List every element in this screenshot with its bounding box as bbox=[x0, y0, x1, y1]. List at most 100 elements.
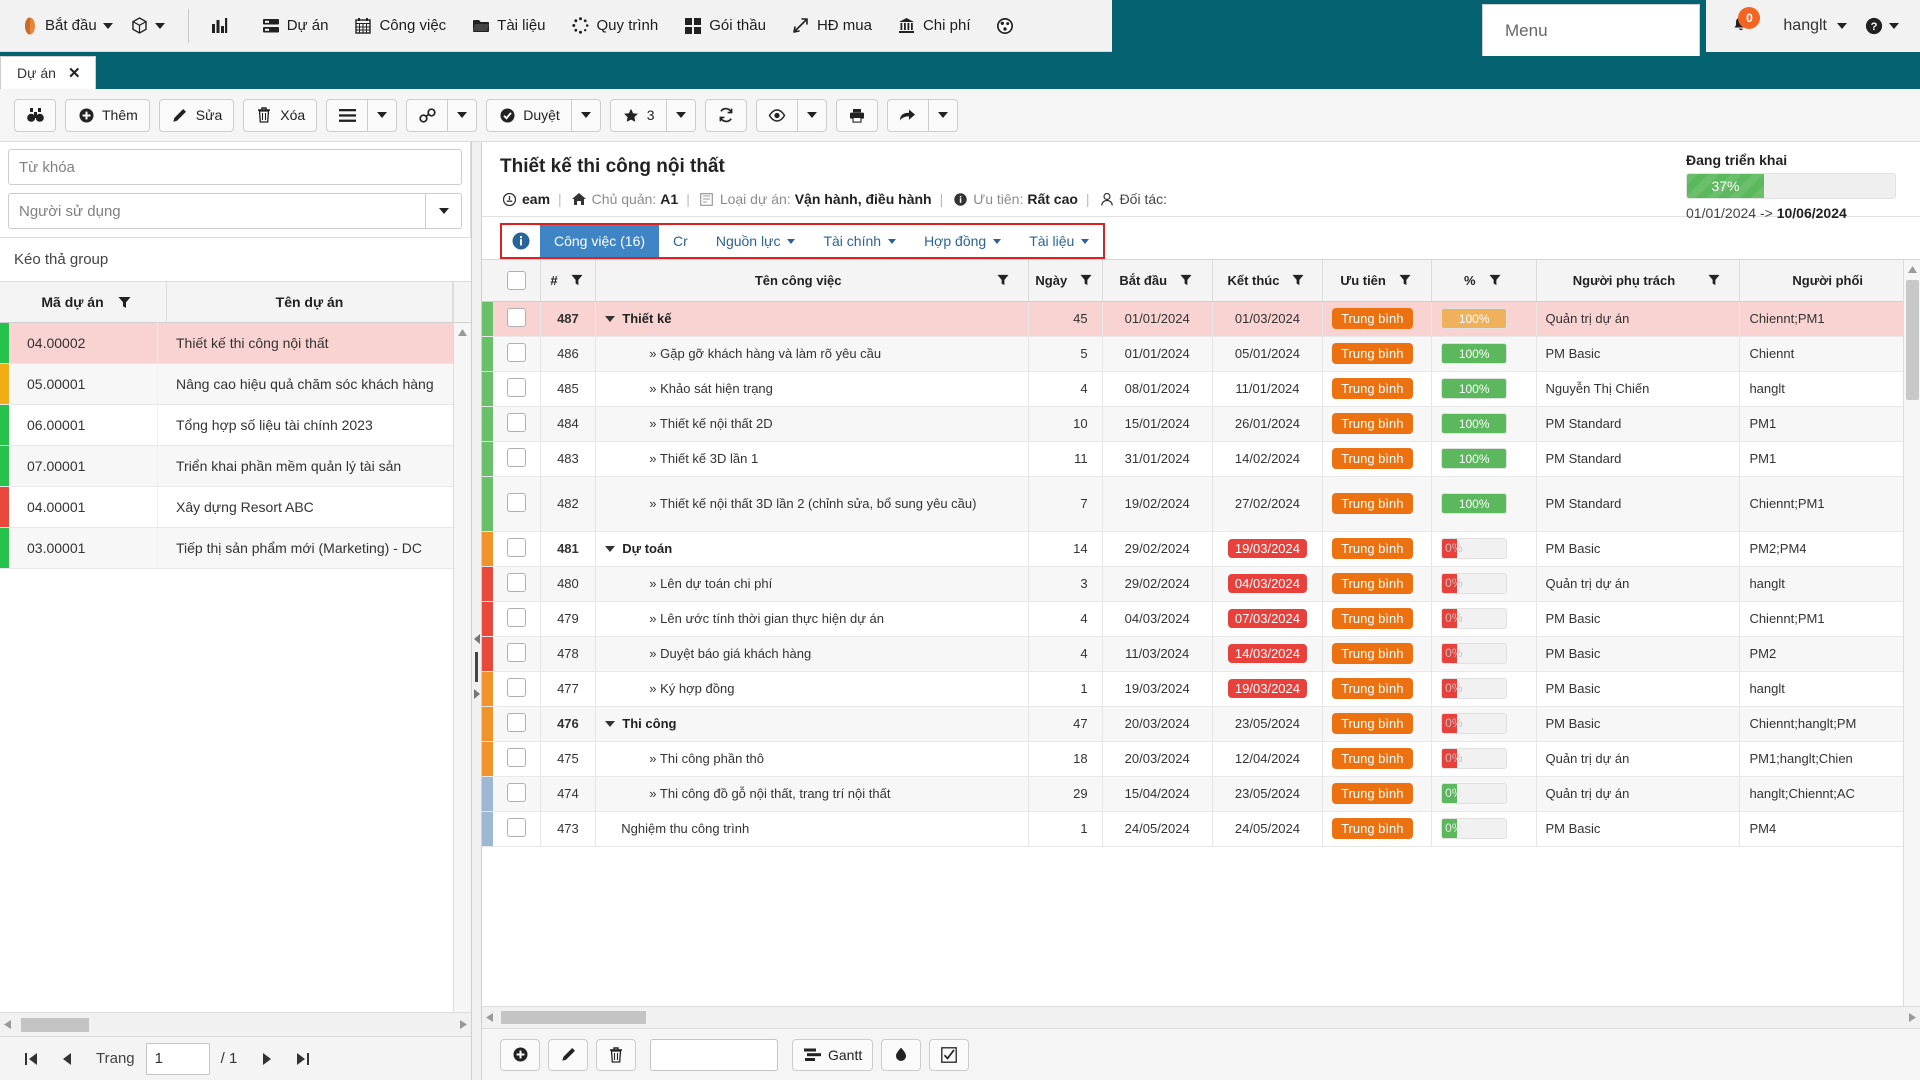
document-tab-projects[interactable]: Dự án ✕ bbox=[0, 56, 96, 89]
nav-item-dashboard[interactable] bbox=[199, 9, 248, 43]
filter-icon[interactable] bbox=[568, 271, 586, 289]
tab-documents[interactable]: Tài liệu bbox=[1015, 225, 1103, 257]
row-checkbox-cell[interactable] bbox=[492, 671, 541, 707]
splitter-collapse-left-icon[interactable] bbox=[472, 632, 482, 646]
collapse-triangle-icon[interactable] bbox=[605, 720, 616, 727]
table-row[interactable]: 475 » Thi công phần thô 18 20/03/2024 12/04/… bbox=[482, 741, 1916, 777]
table-row[interactable]: 481 Dự toán 14 29/02/2024 19/03/2024 Trung bì… bbox=[482, 531, 1916, 567]
table-row[interactable]: 484 » Thiết kế nội thất 2D 10 15/01/2024 26/… bbox=[482, 406, 1916, 442]
nav-item-purchase[interactable]: HĐ mua bbox=[780, 9, 884, 43]
table-row[interactable]: 478 » Duyệt báo giá khách hàng 4 11/03/2024… bbox=[482, 636, 1916, 672]
group-dropzone[interactable]: Kéo thả group bbox=[0, 238, 471, 282]
filter-icon[interactable] bbox=[1396, 271, 1414, 289]
add-task-button[interactable] bbox=[500, 1038, 540, 1071]
row-checkbox-cell[interactable] bbox=[492, 336, 541, 372]
scroll-left-icon[interactable] bbox=[486, 1009, 493, 1027]
preview-button[interactable] bbox=[755, 98, 797, 132]
projects-horizontal-scrollbar[interactable] bbox=[0, 1012, 471, 1036]
table-row[interactable]: 487 Thiết kế 45 01/01/2024 01/03/2024 Trung b… bbox=[482, 301, 1916, 337]
row-checkbox-cell[interactable] bbox=[492, 531, 541, 567]
share-button[interactable] bbox=[886, 98, 928, 132]
user-select[interactable] bbox=[8, 193, 462, 229]
row-checkbox-cell[interactable] bbox=[492, 706, 541, 742]
row-checkbox[interactable] bbox=[506, 712, 526, 732]
collapse-triangle-icon[interactable] bbox=[605, 545, 616, 552]
menu-panel[interactable]: Menu bbox=[1482, 4, 1700, 56]
tab-resources[interactable]: Nguồn lực bbox=[702, 225, 810, 257]
delete-task-button[interactable] bbox=[596, 1038, 636, 1071]
notifications-button[interactable]: 0 bbox=[1722, 6, 1761, 44]
row-checkbox-cell[interactable] bbox=[492, 776, 541, 812]
row-checkbox-cell[interactable] bbox=[492, 811, 541, 847]
table-row[interactable]: 479 » Lên ước tính thời gian thực hiện dự… bbox=[482, 601, 1916, 637]
column-header-priority[interactable]: Ưu tiên bbox=[1322, 260, 1433, 302]
h-scroll-thumb[interactable] bbox=[501, 1011, 646, 1024]
column-header-responsible[interactable]: Người phụ trách bbox=[1536, 260, 1741, 302]
collapse-triangle-icon[interactable] bbox=[605, 315, 616, 322]
attachment-button[interactable] bbox=[406, 98, 448, 132]
help-menu-button[interactable]: ? bbox=[1858, 12, 1906, 40]
row-checkbox[interactable] bbox=[506, 677, 526, 697]
nav-item-process[interactable]: Quy trình bbox=[560, 9, 671, 43]
edit-task-button[interactable] bbox=[548, 1038, 588, 1071]
approve-dropdown[interactable] bbox=[570, 98, 601, 132]
row-checkbox[interactable] bbox=[506, 377, 526, 397]
close-icon[interactable]: ✕ bbox=[68, 64, 81, 82]
print-button[interactable] bbox=[835, 98, 878, 132]
nav-item-gauge[interactable] bbox=[984, 9, 1033, 43]
row-checkbox[interactable] bbox=[506, 782, 526, 802]
share-dropdown[interactable] bbox=[927, 98, 958, 132]
upload-button[interactable] bbox=[881, 1038, 922, 1071]
select-all-button[interactable] bbox=[929, 1038, 970, 1071]
nav-item-cost[interactable]: Chi phí bbox=[886, 9, 983, 43]
last-page-button[interactable] bbox=[287, 1044, 317, 1074]
column-header-project-name[interactable]: Tên dự án bbox=[167, 282, 453, 322]
filter-icon[interactable] bbox=[1077, 271, 1095, 289]
preview-dropdown[interactable] bbox=[796, 98, 827, 132]
row-checkbox-cell[interactable] bbox=[492, 371, 541, 407]
table-row[interactable]: 476 Thi công 47 20/03/2024 23/05/2024 Trung b… bbox=[482, 706, 1916, 742]
column-header-percent[interactable]: % bbox=[1431, 260, 1537, 302]
table-row[interactable]: 485 » Khảo sát hiện trạng 4 08/01/2024 11/01… bbox=[482, 371, 1916, 407]
select-all-checkbox[interactable] bbox=[506, 270, 526, 290]
projects-vertical-scrollbar[interactable] bbox=[453, 323, 471, 1012]
scroll-right-icon[interactable] bbox=[460, 1016, 467, 1034]
scroll-up-icon[interactable] bbox=[454, 323, 471, 341]
scroll-left-icon[interactable] bbox=[4, 1016, 11, 1034]
column-header-select[interactable] bbox=[492, 260, 541, 302]
row-checkbox-cell[interactable] bbox=[492, 566, 541, 602]
column-header-days[interactable]: Ngày bbox=[1028, 260, 1103, 302]
row-checkbox[interactable] bbox=[506, 817, 526, 837]
approve-button[interactable]: Duyệt bbox=[486, 98, 571, 132]
table-row[interactable]: 477» Ký hợp đồng 1 19/03/2024 19/03/2024 Tru… bbox=[482, 671, 1916, 707]
row-checkbox-cell[interactable] bbox=[492, 441, 541, 477]
splitter-handle[interactable] bbox=[475, 652, 478, 682]
row-checkbox-cell[interactable] bbox=[492, 741, 541, 777]
favorites-dropdown[interactable] bbox=[665, 98, 696, 132]
h-scroll-track[interactable] bbox=[11, 1017, 460, 1032]
row-checkbox[interactable] bbox=[506, 747, 526, 767]
add-button[interactable]: Thêm bbox=[65, 98, 150, 132]
user-menu-button[interactable]: hanglt bbox=[1764, 6, 1854, 46]
table-row[interactable]: 486 » Gặp gỡ khách hàng và làm rõ yêu cầu… bbox=[482, 336, 1916, 372]
favorites-button[interactable]: 3 bbox=[609, 98, 666, 132]
v-scroll-thumb[interactable] bbox=[1906, 280, 1919, 400]
row-checkbox-cell[interactable] bbox=[492, 636, 541, 672]
edit-button[interactable]: Sửa bbox=[158, 98, 235, 132]
tasks-horizontal-scrollbar[interactable] bbox=[482, 1006, 1920, 1028]
column-header-project-code[interactable]: Mã dự án bbox=[9, 282, 167, 322]
project-list-row[interactable]: 06.00001 Tổng hợp số liệu tài chính 2023 bbox=[0, 405, 471, 446]
filter-icon[interactable] bbox=[116, 293, 134, 311]
table-row[interactable]: 482 » Thiết kế nội thất 3D lần 2 (chỉnh s… bbox=[482, 476, 1916, 532]
row-checkbox[interactable] bbox=[506, 537, 526, 557]
footer-search-input[interactable] bbox=[650, 1038, 778, 1071]
user-select-input[interactable] bbox=[8, 193, 462, 229]
row-checkbox[interactable] bbox=[506, 412, 526, 432]
column-header-start[interactable]: Bắt đầu bbox=[1102, 260, 1213, 302]
row-checkbox-cell[interactable] bbox=[492, 406, 541, 442]
filter-icon[interactable] bbox=[994, 271, 1012, 289]
keyword-input[interactable] bbox=[8, 149, 462, 185]
next-page-button[interactable] bbox=[252, 1044, 282, 1074]
refresh-button[interactable] bbox=[704, 98, 747, 132]
project-list-row[interactable]: 03.00001 Tiếp thị sản phẩm mới (Marketing… bbox=[0, 528, 471, 569]
